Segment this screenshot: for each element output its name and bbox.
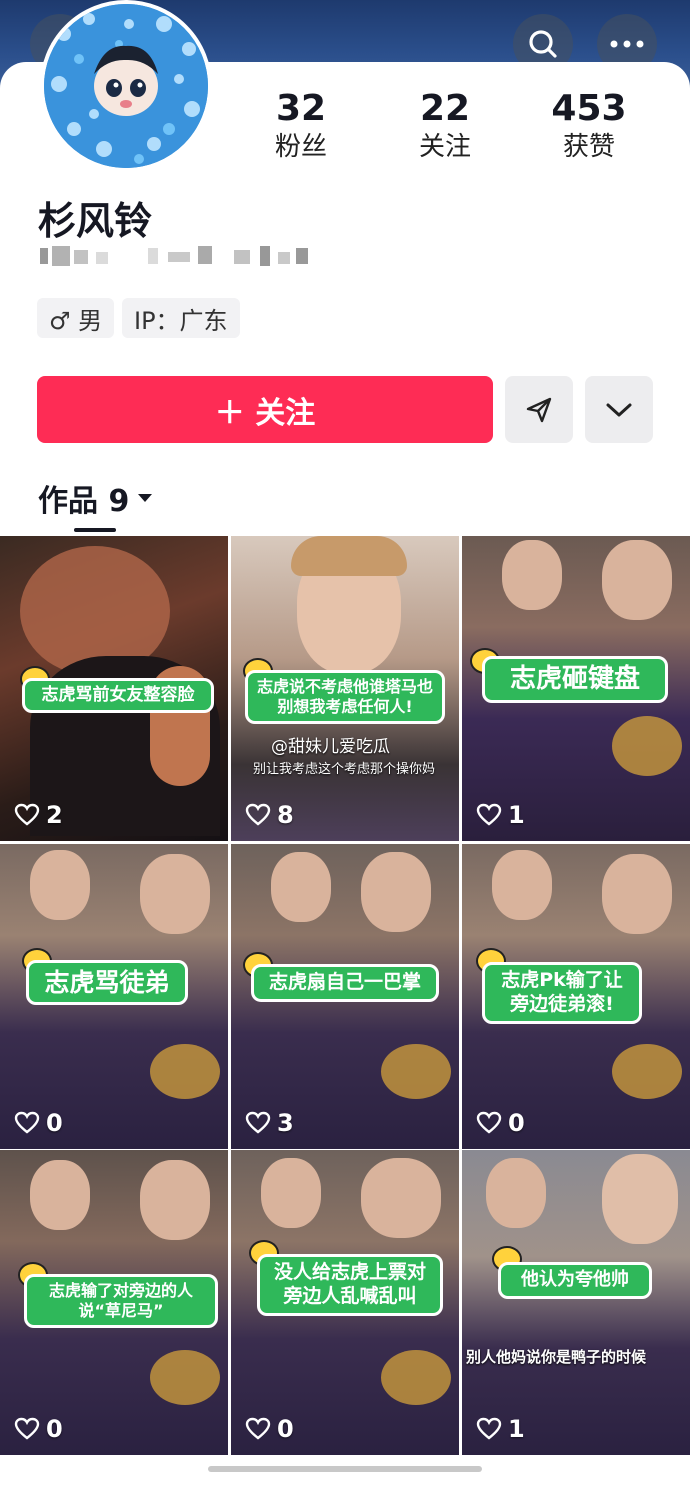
ip-location-tag: IP：广东 [122, 298, 240, 338]
heart-icon [476, 1111, 502, 1134]
tab-underline [74, 528, 116, 532]
home-indicator[interactable] [208, 1466, 482, 1472]
followers-label: 粉丝 [274, 132, 327, 162]
video-likes-count: 8 [277, 801, 294, 829]
heart-icon [245, 1111, 271, 1134]
more-dots-icon [610, 40, 644, 48]
video-caption: 志虎输了对旁边的人说“草尼马” [24, 1274, 218, 1328]
video-likes: 1 [476, 1415, 525, 1443]
video-caption: 志虎扇自己一巴掌 [251, 964, 439, 1002]
video-likes: 2 [14, 801, 63, 829]
video-likes-count: 0 [508, 1109, 525, 1137]
profile-name: 杉风铃 [38, 199, 153, 243]
video-tile[interactable]: 没人给志虎上票对旁边人乱喊乱叫 0 [231, 1150, 459, 1455]
subtitle-text: 别人他妈说你是鸭子的时候 [466, 1348, 647, 1366]
video-caption: 志虎砸键盘 [482, 656, 668, 703]
video-tile[interactable]: 志虎砸键盘 1 [462, 536, 690, 841]
following-count: 22 [419, 88, 471, 129]
heart-icon [245, 803, 271, 826]
gender-tag: ♂ 男 [37, 298, 115, 338]
search-icon [529, 30, 557, 58]
video-tile[interactable]: 志虎说不考虑他谁塔马也别想我考虑任何人! @甜妹儿爱吃瓜 别让我考虑这个考虑那个… [231, 536, 459, 841]
video-tile[interactable]: 志虎骂徒弟 0 [0, 844, 228, 1149]
heart-icon [245, 1417, 271, 1440]
following-label: 关注 [418, 132, 471, 162]
watermark-text: @甜妹儿爱吃瓜 [271, 737, 390, 757]
video-likes: 8 [245, 801, 294, 829]
tab-works[interactable]: 作品 9 [38, 476, 153, 520]
following-stat[interactable]: 22 关注 [390, 88, 500, 164]
video-caption: 志虎Pk输了让旁边徒弟滚! [482, 962, 642, 1024]
video-likes: 3 [245, 1109, 294, 1137]
followers-stat[interactable]: 32 粉丝 [246, 88, 356, 164]
video-likes: 0 [245, 1415, 294, 1443]
video-caption: 志虎骂徒弟 [26, 960, 188, 1006]
video-tile[interactable]: 他认为夸他帅 别人他妈说你是鸭子的时候 1 [462, 1150, 690, 1455]
video-likes: 0 [14, 1415, 63, 1443]
video-likes-count: 2 [46, 801, 63, 829]
follow-button[interactable]: ＋ 关注 [37, 376, 493, 443]
heart-icon [476, 1417, 502, 1440]
video-caption: 志虎说不考虑他谁塔马也别想我考虑任何人! [245, 670, 445, 724]
likes-stat[interactable]: 453 获赞 [534, 88, 644, 164]
video-caption: 没人给志虎上票对旁边人乱喊乱叫 [257, 1254, 443, 1316]
video-caption: 他认为夸他帅 [498, 1262, 652, 1299]
chevron-down-icon [606, 403, 632, 416]
heart-icon [476, 803, 502, 826]
caret-down-icon [138, 494, 153, 502]
subtitle-text: 别让我考虑这个考虑那个操你妈 [253, 762, 436, 777]
video-likes-count: 0 [46, 1415, 63, 1443]
video-likes-count: 0 [277, 1415, 294, 1443]
video-tile[interactable]: 志虎Pk输了让旁边徒弟滚! 0 [462, 844, 690, 1149]
video-tile[interactable]: 志虎骂前女友整容脸 2 [0, 536, 228, 841]
video-tile[interactable]: 志虎扇自己一巴掌 3 [231, 844, 459, 1149]
message-button[interactable] [505, 376, 573, 443]
redacted-id-line [40, 246, 308, 266]
heart-icon [14, 1417, 40, 1440]
heart-icon [14, 1111, 40, 1134]
video-likes-count: 3 [277, 1109, 294, 1137]
avatar-illustration [44, 4, 208, 168]
video-tile[interactable]: 志虎输了对旁边的人说“草尼马” 0 [0, 1150, 228, 1455]
video-likes: 0 [476, 1109, 525, 1137]
followers-count: 32 [275, 88, 327, 129]
video-caption: 志虎骂前女友整容脸 [22, 678, 214, 714]
follow-button-label: ＋ 关注 [214, 395, 316, 431]
video-likes: 1 [476, 801, 525, 829]
avatar[interactable] [40, 0, 212, 172]
video-likes-count: 1 [508, 1415, 525, 1443]
likes-count: 453 [551, 88, 627, 129]
likes-label: 获赞 [562, 132, 615, 162]
expand-button[interactable] [585, 376, 653, 443]
tab-works-label: 作品 9 [38, 484, 130, 519]
video-likes-count: 0 [46, 1109, 63, 1137]
video-likes-count: 1 [508, 801, 525, 829]
heart-icon [14, 803, 40, 826]
send-icon [526, 397, 552, 422]
video-likes: 0 [14, 1109, 63, 1137]
